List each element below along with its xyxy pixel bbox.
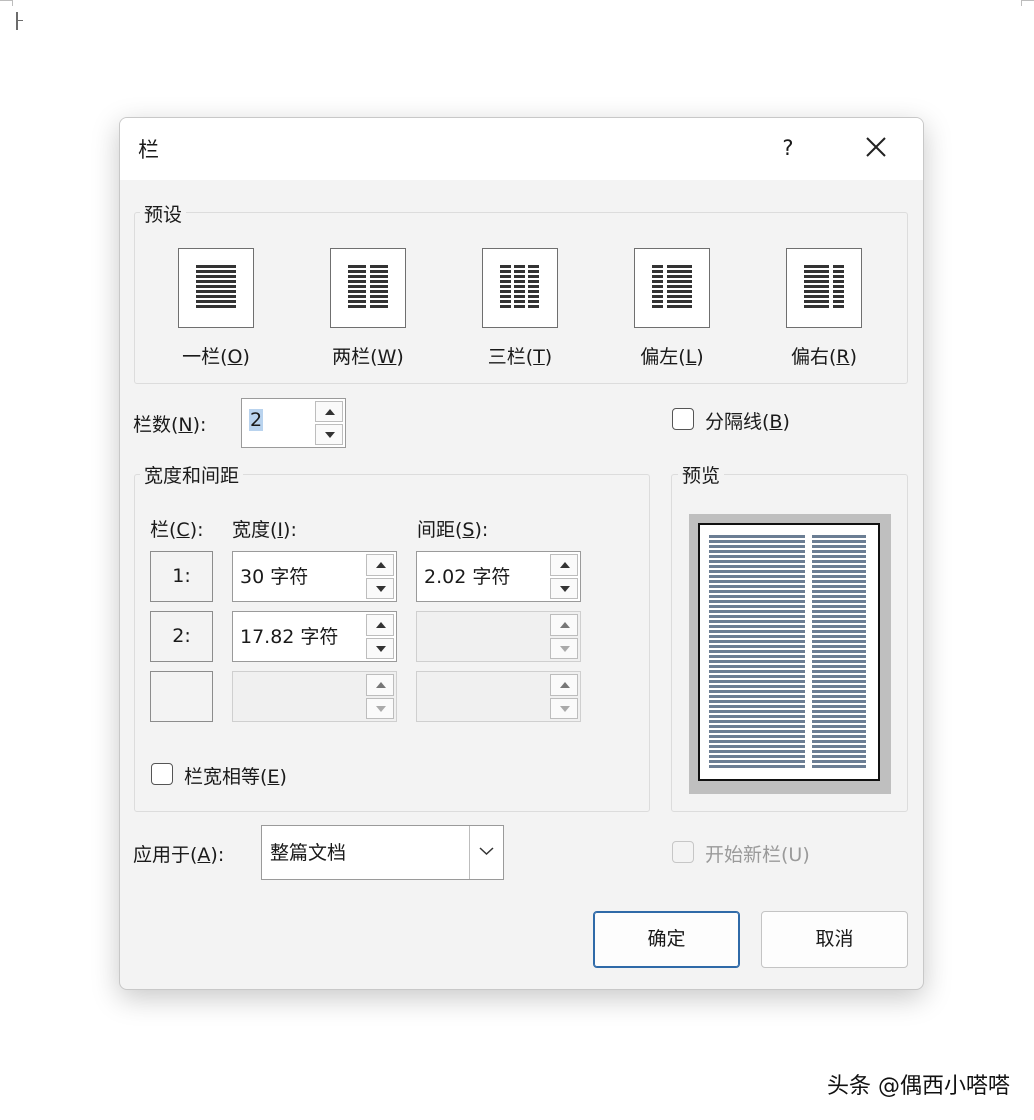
col-header: 栏(C): bbox=[150, 519, 204, 541]
preview-page bbox=[698, 523, 880, 781]
spacing-1-down-arrow[interactable] bbox=[550, 577, 578, 599]
preset-left[interactable]: 偏左(L) bbox=[612, 248, 732, 369]
spacing-3-up-arrow bbox=[550, 674, 578, 696]
width-header: 宽度(I): bbox=[232, 519, 297, 541]
spacing-spinner-1[interactable]: 2.02 字符 bbox=[416, 551, 581, 602]
preset-right[interactable]: 偏右(R) bbox=[764, 248, 884, 369]
spacing-1-up-arrow[interactable] bbox=[550, 554, 578, 576]
width-3-up-arrow bbox=[366, 674, 394, 696]
spacing-2-up-arrow bbox=[550, 614, 578, 636]
spacing-3-down-arrow bbox=[550, 697, 578, 719]
columns-count-spinner[interactable]: 2 bbox=[241, 398, 346, 448]
page-corner-left bbox=[0, 0, 12, 1]
one-column-icon bbox=[178, 248, 254, 328]
apply-to-select[interactable]: 整篇文档 bbox=[261, 825, 504, 880]
page-corner-right bbox=[1022, 0, 1034, 1]
spacing-2-down-arrow bbox=[550, 637, 578, 659]
width-2-down-arrow[interactable] bbox=[366, 637, 394, 659]
separator-label: 分隔线(B) bbox=[705, 411, 790, 433]
width-value-1[interactable]: 30 字符 bbox=[240, 562, 308, 589]
chevron-down-icon bbox=[479, 847, 494, 856]
preset-three-columns[interactable]: 三栏(T) bbox=[460, 248, 580, 369]
preview-column-2 bbox=[812, 535, 866, 769]
width-spinner-3 bbox=[232, 671, 397, 722]
preview-frame bbox=[689, 514, 891, 794]
spacing-value-1[interactable]: 2.02 字符 bbox=[424, 562, 510, 589]
width-1-up-arrow[interactable] bbox=[366, 554, 394, 576]
preset-two-columns[interactable]: 两栏(W) bbox=[308, 248, 428, 369]
preview-group-label: 预览 bbox=[678, 461, 725, 488]
three-columns-icon bbox=[482, 248, 558, 328]
apply-to-value: 整篇文档 bbox=[270, 842, 347, 864]
width-spinner-1[interactable]: 30 字符 bbox=[232, 551, 397, 602]
equal-width-label: 栏宽相等(E) bbox=[184, 766, 287, 788]
columns-count-value[interactable]: 2 bbox=[249, 409, 264, 431]
width-spinner-2[interactable]: 17.82 字符 bbox=[232, 611, 397, 662]
columns-count-up-arrow[interactable] bbox=[315, 401, 343, 422]
two-columns-icon bbox=[330, 248, 406, 328]
new-column-checkbox bbox=[672, 841, 694, 863]
spacing-spinner-3 bbox=[416, 671, 581, 722]
dialog-title: 栏 bbox=[138, 138, 159, 162]
columns-count-label: 栏数(N): bbox=[133, 414, 207, 436]
width-2-up-arrow[interactable] bbox=[366, 614, 394, 636]
close-icon bbox=[866, 137, 886, 157]
close-button[interactable] bbox=[856, 130, 896, 166]
page-corner-left-v bbox=[12, 0, 13, 6]
width-spacing-group-label: 宽度和间距 bbox=[140, 461, 244, 488]
dialog-titlebar: 栏 ? bbox=[120, 118, 923, 180]
right-column-icon bbox=[786, 248, 862, 328]
left-column-icon bbox=[634, 248, 710, 328]
equal-width-checkbox[interactable] bbox=[151, 763, 173, 785]
text-cursor bbox=[16, 12, 23, 30]
preset-one-column[interactable]: 一栏(O) bbox=[156, 248, 276, 369]
cancel-button[interactable]: 取消 bbox=[761, 911, 908, 968]
ok-button[interactable]: 确定 bbox=[593, 911, 740, 968]
help-button[interactable]: ? bbox=[768, 130, 808, 166]
width-3-down-arrow bbox=[366, 697, 394, 719]
column-number-1: 1: bbox=[150, 551, 213, 602]
column-number-2: 2: bbox=[150, 611, 213, 662]
separator-checkbox[interactable] bbox=[672, 408, 694, 430]
presets-group-label: 预设 bbox=[140, 200, 187, 227]
apply-to-label: 应用于(A): bbox=[133, 844, 225, 866]
apply-to-dropdown[interactable] bbox=[469, 826, 503, 879]
page-corner-right-v bbox=[1021, 0, 1022, 6]
new-column-label: 开始新栏(U) bbox=[705, 844, 810, 866]
column-number-3 bbox=[150, 671, 213, 722]
width-1-down-arrow[interactable] bbox=[366, 577, 394, 599]
spacing-spinner-2 bbox=[416, 611, 581, 662]
width-value-2[interactable]: 17.82 字符 bbox=[240, 622, 338, 649]
columns-dialog: 栏 ? 预设 一栏(O) 两栏(W) 三栏(T) 偏左(L) 偏右(R) 栏数(… bbox=[119, 117, 924, 990]
columns-count-down-arrow[interactable] bbox=[315, 424, 343, 445]
spacing-header: 间距(S): bbox=[417, 519, 489, 541]
watermark: 头条 @偶西小嗒嗒 bbox=[827, 1074, 1010, 1099]
preview-column-1 bbox=[709, 535, 805, 769]
